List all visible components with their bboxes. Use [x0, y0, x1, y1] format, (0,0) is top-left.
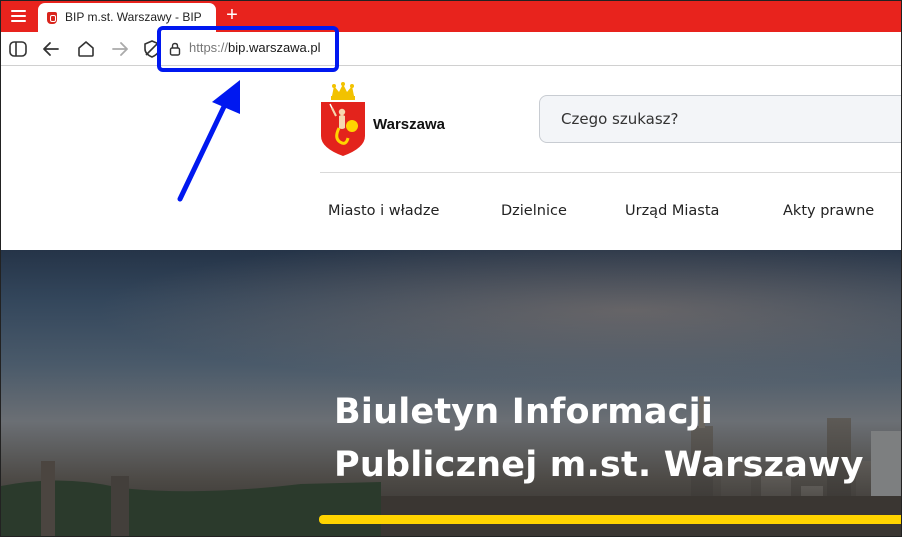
nav-item-dzielnice[interactable]: Dzielnice	[501, 203, 567, 219]
nav-item-akty[interactable]: Akty prawne	[783, 203, 874, 219]
shield-icon[interactable]	[141, 38, 157, 60]
hero-title-line2: Publicznej m.st. Warszawy	[334, 445, 864, 485]
tab-title: BIP m.st. Warszawy - BIP	[65, 10, 202, 24]
url-highlight-box	[157, 26, 339, 72]
header-divider	[320, 172, 902, 173]
browser-toolbar	[0, 32, 902, 66]
annotation-arrow-icon	[177, 80, 240, 202]
search-placeholder: Czego szukasz?	[561, 110, 679, 128]
brand-name[interactable]: Warszawa	[373, 116, 445, 133]
sidebar-icon[interactable]	[7, 38, 29, 60]
home-icon[interactable]	[75, 38, 97, 60]
forward-icon[interactable]	[109, 38, 131, 60]
menu-icon[interactable]	[9, 8, 29, 24]
favicon-icon	[47, 12, 57, 24]
warsaw-coat-of-arms-logo[interactable]	[318, 80, 368, 160]
new-tab-button[interactable]: +	[224, 3, 240, 27]
nav-item-urzad[interactable]: Urząd Miasta	[625, 203, 719, 219]
nav-item-miasto[interactable]: Miasto i władze	[328, 203, 439, 219]
hero-accent-bar	[319, 515, 902, 524]
back-icon[interactable]	[40, 38, 62, 60]
hero-title-line1: Biuletyn Informacji	[334, 392, 714, 432]
tab-bar: BIP m.st. Warszawy - BIP +	[0, 0, 902, 32]
search-input[interactable]: Czego szukasz?	[539, 95, 902, 143]
